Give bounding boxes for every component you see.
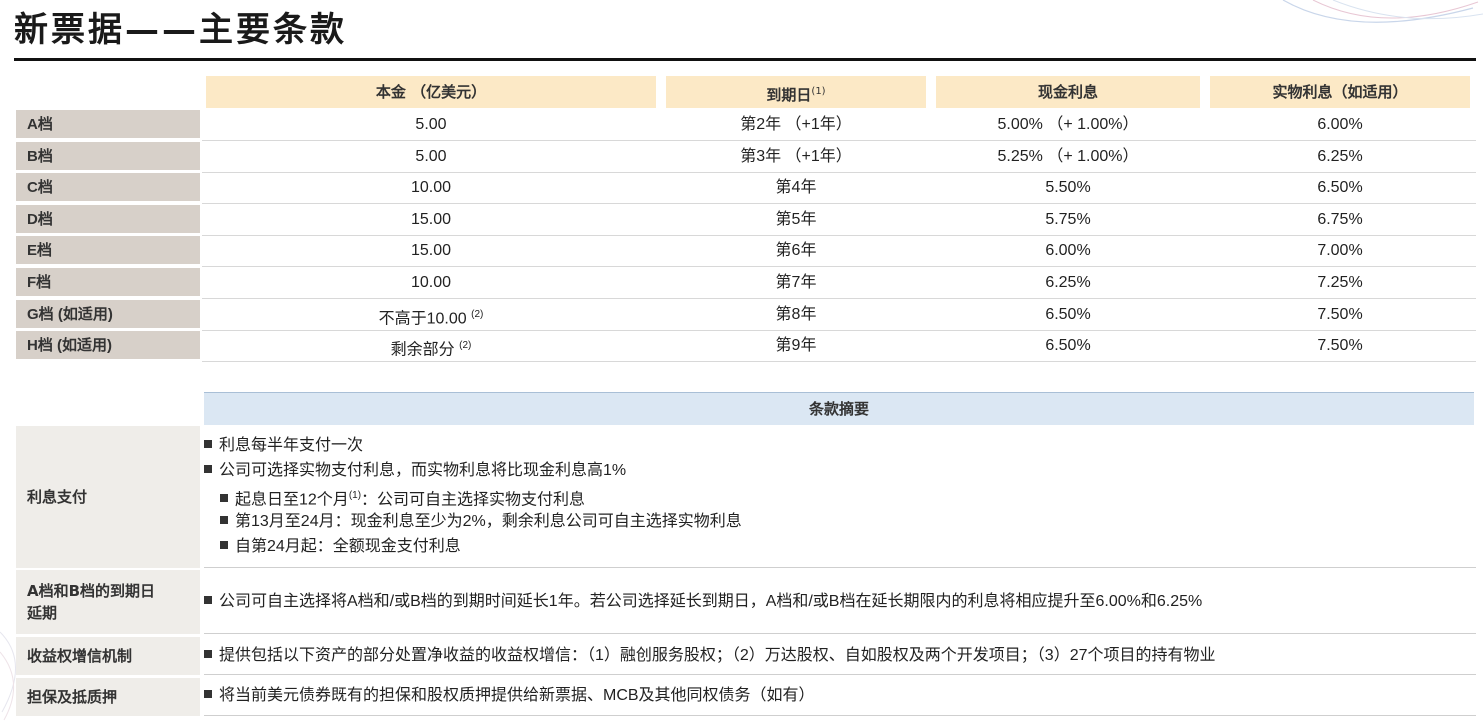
cell-principal: 5.00: [415, 116, 447, 133]
cell-principal: 10.00: [410, 179, 452, 197]
row-divider: [204, 674, 1476, 675]
row-content: 提供包括以下资产的部分处置净收益的收益权增信：（1）融创服务股权；（2）万达股权…: [204, 637, 1476, 675]
bullet-icon: [220, 541, 228, 549]
tranche-label: B档: [16, 141, 200, 172]
cell-cash-interest: 6.25%: [1045, 274, 1091, 291]
table-row: E档 15.00 第6年 6.00% 7.00%: [16, 236, 1476, 268]
tranche-label: H档 (如适用): [16, 331, 200, 362]
cell-cash-interest: 6.00%: [1045, 242, 1091, 260]
cell-maturity: 第6年: [775, 242, 817, 260]
cell-principal: 15.00: [410, 242, 452, 260]
list-item: 利息每半年支付一次: [204, 434, 363, 458]
bullet-icon: [204, 596, 212, 604]
summary-row-credit-enhancement: 收益权增信机制 提供包括以下资产的部分处置净收益的收益权增信：（1）融创服务股权…: [16, 637, 1476, 675]
cell-pik-interest: 7.50%: [1317, 305, 1363, 323]
bullet-icon: [204, 690, 212, 698]
row-label: A档和B档的到期日 延期: [16, 570, 200, 634]
table-row: H档 (如适用) 剩余部分 (2) 第9年 6.50% 7.50%: [16, 331, 1476, 363]
cell-maturity: 第4年: [775, 179, 817, 197]
tranche-label: D档: [16, 204, 200, 235]
cell-maturity: 第9年: [775, 337, 817, 355]
bullet-icon: [220, 494, 228, 503]
list-item: 自第24月起：全额现金支付利息: [220, 535, 461, 559]
table-row: B档 5.00 第3年 （+1年） 5.25% （+ 1.00%） 6.25%: [16, 141, 1476, 173]
cell-cash-interest: 5.50%: [1045, 179, 1091, 197]
row-label: 担保及抵质押: [16, 678, 200, 716]
footnote-marker: (1): [348, 490, 362, 501]
row-label: 收益权增信机制: [16, 637, 200, 675]
tranche-label: F档: [16, 268, 200, 298]
list-item: 公司可自主选择将A档和/或B档的到期时间延长1年。若公司选择延长到期日，A档和/…: [204, 590, 1202, 614]
terms-table-header: 本金 （亿美元） 到期日(1) 现金利息 实物利息（如适用）: [0, 76, 1483, 108]
row-divider: [204, 567, 1476, 568]
cell-maturity: 第5年: [775, 210, 817, 228]
summary-row-interest: 利息支付 利息每半年支付一次 公司可选择实物支付利息，而实物利息将比现金利息高1…: [16, 426, 1476, 568]
header-cash-interest: 现金利息: [936, 76, 1200, 108]
cell-cash-interest: 5.75%: [1045, 210, 1091, 228]
cell-principal: 5.00: [415, 147, 447, 165]
cell-pik-interest: 6.00%: [1317, 116, 1363, 133]
cell-principal: 剩余部分 (2): [390, 340, 472, 359]
table-row: D档 15.00 第5年 5.75% 6.75%: [16, 204, 1476, 236]
row-divider: [202, 361, 1476, 363]
table-row: G档 (如适用) 不高于10.00 (2) 第8年 6.50% 7.50%: [16, 299, 1476, 331]
footnote-marker: (1): [811, 86, 826, 97]
list-item: 将当前美元债券既有的担保和股权质押提供给新票据、MCB及其他同权债务（如有）: [204, 684, 815, 708]
cell-pik-interest: 7.50%: [1317, 337, 1363, 355]
table-row: A档 5.00 第2年 （+1年） 5.00% （+ 1.00%） 6.00%: [16, 110, 1476, 141]
cell-cash-interest: 5.25% （+ 1.00%）: [997, 147, 1139, 165]
cell-principal: 10.00: [410, 274, 452, 291]
tranche-label: A档: [16, 110, 200, 140]
bullet-icon: [204, 440, 212, 448]
summary-row-guarantee: 担保及抵质押 将当前美元债券既有的担保和股权质押提供给新票据、MCB及其他同权债…: [16, 678, 1476, 716]
cell-cash-interest: 6.50%: [1045, 305, 1091, 323]
cell-maturity: 第8年: [775, 305, 817, 323]
cell-maturity: 第3年 （+1年）: [740, 147, 852, 165]
cell-pik-interest: 6.50%: [1317, 179, 1363, 197]
row-label: 利息支付: [16, 426, 200, 568]
title-divider: [14, 58, 1476, 61]
list-item: 第13月至24月：现金利息至少为2%，剩余利息公司可自主选择实物利息: [220, 510, 742, 534]
summary-header: 条款摘要: [204, 392, 1474, 425]
cell-maturity: 第7年: [775, 274, 817, 291]
cell-pik-interest: 7.00%: [1317, 242, 1363, 260]
header-principal: 本金 （亿美元）: [206, 76, 656, 108]
table-row: C档 10.00 第4年 5.50% 6.50%: [16, 173, 1476, 205]
row-divider: [204, 633, 1476, 634]
bullet-icon: [220, 516, 228, 524]
cell-principal: 15.00: [410, 210, 452, 228]
cell-pik-interest: 7.25%: [1317, 274, 1363, 291]
page-title: 新票据——主要条款: [14, 10, 347, 50]
tranche-label: G档 (如适用): [16, 299, 200, 330]
header-maturity: 到期日(1): [666, 76, 926, 108]
table-row: F档 10.00 第7年 6.25% 7.25%: [16, 268, 1476, 299]
cell-cash-interest: 5.00% （+ 1.00%）: [997, 116, 1139, 133]
row-divider: [204, 715, 1476, 716]
bullet-icon: [204, 650, 212, 658]
cell-maturity: 第2年 （+1年）: [740, 116, 852, 133]
summary-row-maturity-extension: A档和B档的到期日 延期 公司可自主选择将A档和/或B档的到期时间延长1年。若公…: [16, 570, 1476, 634]
bullet-icon: [204, 465, 212, 473]
footnote-marker: (2): [471, 308, 484, 320]
cell-principal: 不高于10.00 (2): [378, 308, 484, 327]
row-content: 利息每半年支付一次 公司可选择实物支付利息，而实物利息将比现金利息高1% 起息日…: [204, 426, 1476, 568]
header-pik-interest: 实物利息（如适用）: [1210, 76, 1470, 108]
footnote-marker: (2): [459, 340, 472, 352]
cell-pik-interest: 6.75%: [1317, 210, 1363, 228]
tranche-label: C档: [16, 173, 200, 204]
cell-cash-interest: 6.50%: [1045, 337, 1091, 355]
list-item: 提供包括以下资产的部分处置净收益的收益权增信：（1）融创服务股权；（2）万达股权…: [204, 644, 1216, 668]
cell-pik-interest: 6.25%: [1317, 147, 1363, 165]
list-item: 起息日至12个月(1)：公司可自主选择实物支付利息: [220, 484, 585, 512]
row-content: 公司可自主选择将A档和/或B档的到期时间延长1年。若公司选择延长到期日，A档和/…: [204, 570, 1476, 634]
list-item: 公司可选择实物支付利息，而实物利息将比现金利息高1%: [204, 459, 626, 483]
tranche-label: E档: [16, 236, 200, 267]
decorative-swirl: [1282, 0, 1483, 23]
row-content: 将当前美元债券既有的担保和股权质押提供给新票据、MCB及其他同权债务（如有）: [204, 678, 1476, 716]
